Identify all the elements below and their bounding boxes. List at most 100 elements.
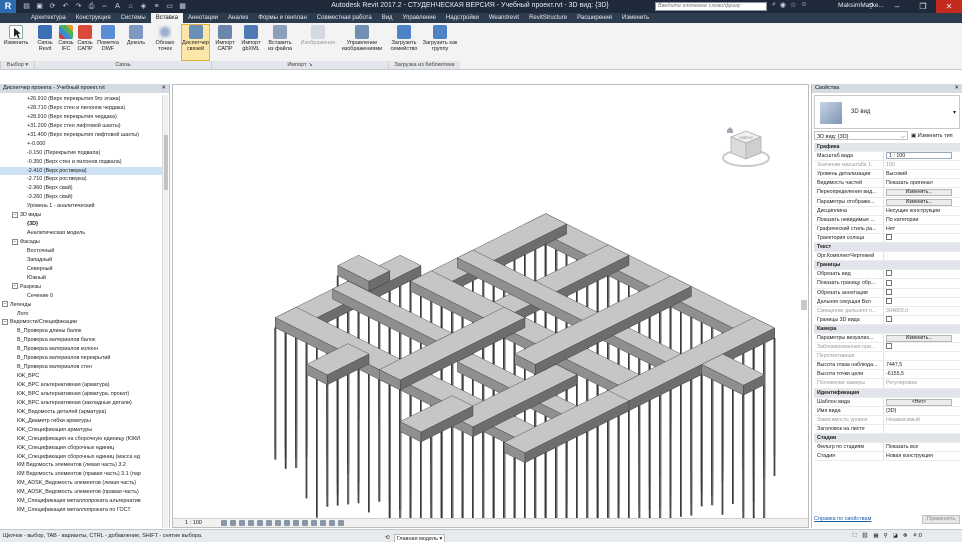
modify-button[interactable]: Изменить [2, 25, 30, 61]
tree-item[interactable]: КЖ_ВРС альтернативная (арматура) [0, 381, 162, 390]
property-value[interactable]: -6155,5 [884, 370, 960, 378]
home-icon[interactable] [727, 127, 733, 133]
tab-4[interactable]: Аннотации [183, 13, 223, 23]
save-icon[interactable]: ▣ [35, 2, 44, 11]
type-selector[interactable]: 3D вид ▾ [814, 95, 960, 129]
tab-13[interactable]: Расширения [572, 13, 617, 23]
reveal-hidden-icon[interactable] [302, 520, 308, 526]
tree-item[interactable]: КЖ_ВРС альтернативная (арматура, прокат) [0, 390, 162, 399]
property-value[interactable] [884, 352, 960, 360]
search-icon[interactable]: ⌕ [772, 1, 776, 9]
decal-button[interactable]: Деколь [124, 25, 148, 61]
highlight-displacement-icon[interactable] [329, 520, 335, 526]
image-button[interactable]: Изображение [296, 25, 340, 61]
property-checkbox[interactable] [886, 343, 892, 350]
instance-selector[interactable]: 3D вид: {3D} ⌵ [814, 131, 908, 140]
tree-item[interactable]: +26.910 (Верх перекрытия 9го этажа) [0, 95, 162, 104]
property-value[interactable]: {3D} [884, 407, 960, 415]
tree-item[interactable]: КЖ_Диаметр гибки арматуры [0, 417, 162, 426]
property-edit-button[interactable]: Изменить... [886, 198, 952, 206]
tree-item[interactable]: КМ_Спецификация металлопроката по ГОСТ [0, 506, 162, 515]
tree-item[interactable]: В_Проверка материалов перекрытий [0, 354, 162, 363]
property-checkbox[interactable] [886, 288, 892, 295]
edit-type-button[interactable]: ▣ Изменить тип [911, 131, 953, 141]
tree-item[interactable]: − Разрезы [0, 283, 162, 292]
tab-6[interactable]: Формы и генплан [253, 13, 311, 23]
property-value[interactable]: Новая конструкция [884, 452, 960, 460]
link-revit-button[interactable]: Связь Revit [34, 25, 56, 61]
load-group-button[interactable]: Загрузить как группу [420, 25, 460, 61]
temp-view-props-icon[interactable] [311, 520, 317, 526]
close-icon[interactable]: ✕ [936, 0, 962, 13]
property-value[interactable]: Показать все [884, 443, 960, 451]
property-edit-button[interactable]: <Нет> [886, 398, 952, 406]
tree-item[interactable]: КЖ_Ведомость деталей (арматура) [0, 408, 162, 417]
switch-windows-icon[interactable]: ▦ [178, 2, 187, 11]
tree-item[interactable]: КЖ_Спецификация арматуры [0, 426, 162, 435]
property-value[interactable]: Нет [884, 225, 960, 233]
project-browser-scrollbar[interactable] [162, 95, 168, 528]
link-cad-button[interactable]: Связь САПР [75, 25, 95, 61]
show-crop-icon[interactable] [275, 520, 281, 526]
select-by-face-icon[interactable]: ◪ [893, 530, 898, 542]
close-icon[interactable]: ✕ [954, 84, 959, 93]
property-checkbox[interactable] [886, 279, 892, 286]
chevron-down-icon[interactable]: ▾ [953, 109, 956, 116]
tree-item[interactable]: В_Проверка материалов колонн [0, 345, 162, 354]
minimize-icon[interactable]: – [884, 0, 910, 13]
collapse-toggle-icon[interactable]: − [2, 319, 8, 326]
maximize-icon[interactable]: ❐ [910, 0, 936, 13]
property-value[interactable]: 7447,5 [884, 361, 960, 369]
property-value[interactable]: 100 [884, 161, 960, 169]
collapse-toggle-icon[interactable]: − [12, 238, 18, 245]
visual-style-icon[interactable] [230, 520, 236, 526]
tab-8[interactable]: Вид [377, 13, 398, 23]
sync-icon[interactable]: ⟳ [48, 2, 57, 11]
close-icon[interactable]: ✕ [161, 84, 166, 93]
tab-2[interactable]: Системы [116, 13, 151, 23]
lock-view-icon[interactable] [284, 520, 290, 526]
collapse-toggle-icon[interactable]: − [12, 283, 18, 290]
property-edit-button[interactable]: Изменить... [886, 189, 952, 197]
tree-item[interactable]: КЖ_Спецификация на сборочную единицу (ЮК… [0, 435, 162, 444]
subscription-icon[interactable]: ◉ [780, 1, 786, 9]
tree-item[interactable]: − Легенды [0, 301, 162, 310]
collapse-toggle-icon[interactable]: − [12, 211, 18, 218]
property-input[interactable]: 1 : 100 [886, 152, 952, 160]
tree-item[interactable]: Восточный [0, 247, 162, 256]
tree-item[interactable]: +31.400 (Верх перекрытия лифтовой шахты) [0, 131, 162, 140]
print-icon[interactable]: ⎙ [87, 2, 96, 11]
redo-icon[interactable]: ↷ [74, 2, 83, 11]
property-value[interactable]: Высокий [884, 170, 960, 178]
tree-item[interactable]: Сечение 0 [0, 292, 162, 301]
property-value[interactable]: Показать оригинал [884, 179, 960, 187]
load-family-button[interactable]: Загрузить семейство [389, 25, 419, 61]
render-icon[interactable] [257, 520, 263, 526]
property-edit-button[interactable]: Изменить... [886, 334, 952, 342]
property-value[interactable]: Несущие конструкции [884, 207, 960, 215]
manage-links-button[interactable]: Диспетчер связей [182, 25, 209, 61]
property-category[interactable]: Стадии [814, 434, 960, 444]
tab-5[interactable]: Анализ [223, 13, 253, 23]
text-icon[interactable]: A [113, 2, 122, 11]
collapse-toggle-icon[interactable]: − [2, 301, 8, 308]
select-pinned-icon[interactable]: ⚲ [884, 530, 888, 542]
star-icon[interactable]: ☆ [790, 1, 796, 9]
tree-item[interactable]: − Ведомости/Спецификации [0, 318, 162, 327]
tree-item[interactable]: -0.350 (Верх стен и пилонов подвала) [0, 158, 162, 167]
tree-item[interactable]: -2.410 (Верх ростверка) [0, 166, 162, 176]
tree-item[interactable]: +28.710 (Верх стен и пилонов чердака) [0, 104, 162, 113]
property-category[interactable]: Текст [814, 243, 960, 253]
tree-item[interactable]: КМ Ведомость элементов (левая часть) 3.2 [0, 461, 162, 470]
property-checkbox[interactable] [886, 234, 892, 241]
section-icon[interactable]: ◈ [139, 2, 148, 11]
tree-item[interactable]: − Фасады [0, 238, 162, 247]
manage-images-button[interactable]: Управление изображениями [338, 25, 386, 61]
property-value[interactable] [884, 425, 960, 433]
property-value[interactable]: По категории [884, 216, 960, 224]
properties-help-link[interactable]: Справка по свойствам [814, 516, 871, 522]
property-category[interactable]: Идентификация [814, 388, 960, 398]
tree-item[interactable]: Аналитическая модель [0, 229, 162, 238]
worksets-icon[interactable]: ⟲ [385, 532, 390, 542]
undo-icon[interactable]: ↶ [61, 2, 70, 11]
